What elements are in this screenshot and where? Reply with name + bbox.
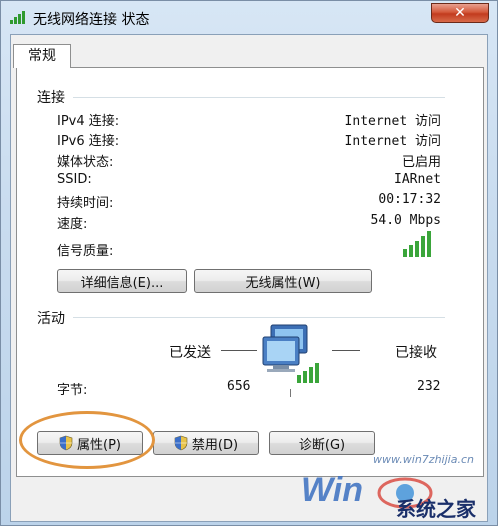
diagnose-label: 诊断(G) <box>298 437 346 453</box>
ipv6-label: IPv6 连接: <box>57 134 120 149</box>
activity-divider <box>73 317 445 318</box>
title-bar[interactable]: 无线网络连接 状态 ✕ <box>1 1 497 33</box>
wireless-properties-button[interactable]: 无线属性(W) <box>194 269 372 293</box>
ssid-value: IARnet <box>394 172 441 187</box>
ipv4-label: IPv4 连接: <box>57 114 120 129</box>
tab-general[interactable]: 常规 <box>13 44 71 68</box>
details-button[interactable]: 详细信息(E)... <box>57 269 187 293</box>
close-button[interactable]: ✕ <box>431 3 489 23</box>
watermark-brand: 系统之家 <box>396 497 476 521</box>
ssid-label: SSID: <box>57 172 92 187</box>
connection-divider <box>73 97 445 98</box>
activity-separator <box>290 389 291 397</box>
sent-label: 已发送 <box>169 345 211 361</box>
close-icon: ✕ <box>454 5 466 21</box>
bytes-label: 字节: <box>57 383 88 398</box>
bytes-sent-value: 656 <box>227 379 251 394</box>
received-line <box>332 350 360 351</box>
duration-value: 00:17:32 <box>378 192 441 207</box>
speed-value: 54.0 Mbps <box>370 213 441 228</box>
status-window: 无线网络连接 状态 ✕ 常规 连接 IPv4 连接: Internet 访问 I… <box>0 0 498 526</box>
ipv4-value: Internet 访问 <box>344 114 441 129</box>
disable-button[interactable]: 禁用(D) <box>153 431 259 455</box>
connection-section-title: 连接 <box>37 90 65 106</box>
highlight-circle <box>19 411 155 469</box>
diagnose-button[interactable]: 诊断(G) <box>269 431 375 455</box>
received-label: 已接收 <box>395 345 437 361</box>
duration-label: 持续时间: <box>57 196 114 211</box>
wireless-properties-label: 无线属性(W) <box>245 275 321 291</box>
activity-section-title: 活动 <box>37 311 65 327</box>
window-title: 无线网络连接 状态 <box>33 12 150 28</box>
watermark-url: www.win7zhijia.cn <box>373 453 474 466</box>
details-button-label: 详细信息(E)... <box>80 275 164 291</box>
speed-label: 速度: <box>57 217 88 232</box>
media-state-value: 已启用 <box>401 155 441 170</box>
signal-strength-icon <box>403 231 431 257</box>
ipv6-value: Internet 访问 <box>344 134 441 149</box>
svg-text:Win: Win <box>301 471 363 509</box>
sent-line <box>221 350 257 351</box>
wireless-signal-icon <box>10 11 25 24</box>
media-state-label: 媒体状态: <box>57 155 114 170</box>
signal-quality-label: 信号质量: <box>57 244 114 259</box>
network-computers-icon <box>262 324 319 383</box>
uac-shield-icon <box>174 435 188 451</box>
bytes-received-value: 232 <box>417 379 441 394</box>
disable-label: 禁用(D) <box>191 437 239 453</box>
